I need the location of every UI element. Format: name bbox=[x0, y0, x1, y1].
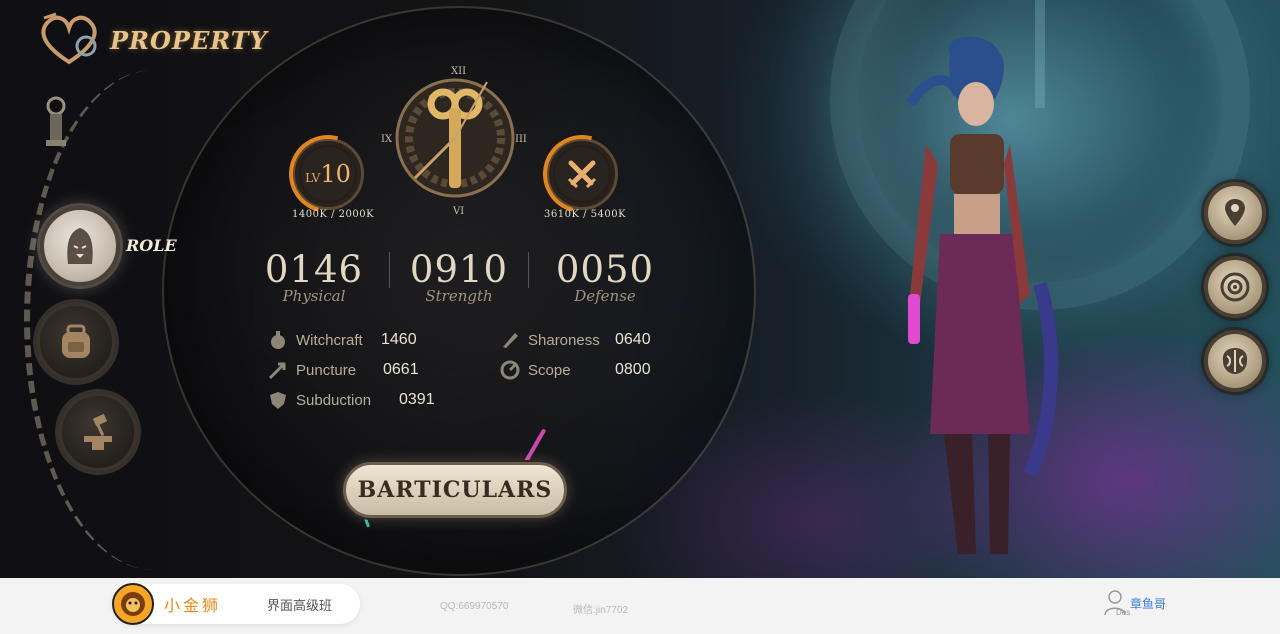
brain-icon bbox=[1222, 348, 1248, 374]
blade-icon bbox=[503, 333, 518, 348]
map-button[interactable] bbox=[1204, 182, 1266, 244]
stat-puncture: Puncture 0661 bbox=[268, 360, 419, 380]
talent-button[interactable] bbox=[1204, 330, 1266, 392]
brand-name: 小金狮 bbox=[164, 596, 222, 615]
stat-physical: 0146 Physical bbox=[254, 248, 374, 305]
character-portrait bbox=[905, 36, 1058, 554]
stat-scope-name: Scope bbox=[528, 361, 571, 379]
stat-divider bbox=[389, 252, 390, 288]
stat-subduction: Subduction 0391 bbox=[268, 390, 435, 410]
game-screen: PROPERTY ROLE XII III IX VI LV 10 1400K … bbox=[0, 0, 1280, 578]
stat-witchcraft-value: 1460 bbox=[381, 331, 417, 348]
radar-icon bbox=[500, 360, 520, 380]
qq-contact: QQ:669970570 bbox=[440, 601, 509, 612]
brand-badge: 小金狮 界面高级班 bbox=[112, 583, 360, 625]
power-dial bbox=[546, 138, 618, 210]
author-tag: Des bbox=[1116, 608, 1131, 617]
target-gear-icon bbox=[1220, 272, 1250, 302]
brand-course: 界面高级班 bbox=[266, 598, 332, 614]
stat-sharoness: Sharoness 0640 bbox=[500, 330, 651, 350]
stat-defense-value: 0050 bbox=[555, 248, 655, 291]
stat-sharoness-value: 0640 bbox=[615, 331, 651, 348]
logo: PROPERTY bbox=[34, 10, 268, 70]
stat-divider bbox=[528, 252, 529, 288]
stat-scope-value: 0800 bbox=[615, 361, 651, 378]
heart-key-logo-icon bbox=[41, 12, 97, 65]
crossed-swords-icon bbox=[567, 160, 597, 189]
stat-witchcraft: Witchcraft 1460 bbox=[268, 330, 417, 350]
author-name: 章鱼哥 bbox=[1130, 597, 1167, 611]
lion-logo-icon bbox=[112, 583, 154, 625]
clock-key-emblem-icon: XII III IX VI bbox=[381, 66, 527, 217]
stat-defense: 0050 Defense bbox=[545, 248, 665, 305]
footer-bar: 小金狮 界面高级班 QQ:669970570 微信:jin7702 Des 章鱼… bbox=[0, 578, 1280, 634]
particulars-button[interactable]: BARTICULARS bbox=[343, 462, 567, 518]
svg-text:VI: VI bbox=[452, 206, 464, 217]
svg-text:IX: IX bbox=[381, 134, 393, 145]
hooded-figure-icon bbox=[67, 228, 93, 264]
stat-strength-value: 0910 bbox=[409, 248, 509, 291]
stat-strength: 0910 Strength bbox=[399, 248, 519, 305]
level-dial: LV 10 bbox=[292, 138, 364, 210]
author-credit: Des 章鱼哥 bbox=[1104, 590, 1167, 617]
stat-subduction-value: 0391 bbox=[399, 391, 435, 408]
nav-backpack-button[interactable] bbox=[36, 302, 116, 382]
potion-icon bbox=[271, 331, 285, 349]
stat-puncture-value: 0661 bbox=[383, 361, 419, 378]
stat-subduction-name: Subduction bbox=[296, 391, 372, 409]
svg-text:XII: XII bbox=[451, 66, 466, 77]
map-pin-icon bbox=[1225, 199, 1245, 226]
wechat-contact: 微信:jin7702 bbox=[573, 605, 629, 616]
anvil-hammer-icon bbox=[84, 413, 112, 450]
level-exp: 1400K / 2000K bbox=[292, 209, 375, 220]
backpack-icon bbox=[62, 324, 90, 358]
shield-icon bbox=[270, 392, 286, 409]
nav-role-button[interactable] bbox=[40, 206, 120, 286]
stat-sharoness-name: Sharoness bbox=[528, 331, 600, 349]
arrow-icon bbox=[268, 362, 286, 380]
level-prefix: LV bbox=[305, 171, 321, 185]
page-title: PROPERTY bbox=[110, 25, 268, 55]
skill-button[interactable] bbox=[1204, 256, 1266, 318]
stat-physical-value: 0146 bbox=[264, 248, 364, 291]
gear-tower-icon[interactable] bbox=[40, 96, 72, 148]
power-value: 3610K / 5400K bbox=[544, 209, 627, 220]
stat-puncture-name: Puncture bbox=[296, 361, 357, 379]
stat-scope: Scope 0800 bbox=[500, 360, 651, 380]
stat-witchcraft-name: Witchcraft bbox=[296, 331, 363, 349]
nav-forge-button[interactable] bbox=[58, 392, 138, 472]
level-value: 10 bbox=[320, 160, 351, 188]
svg-text:III: III bbox=[515, 134, 527, 145]
nav-role-label[interactable]: ROLE bbox=[126, 236, 177, 255]
